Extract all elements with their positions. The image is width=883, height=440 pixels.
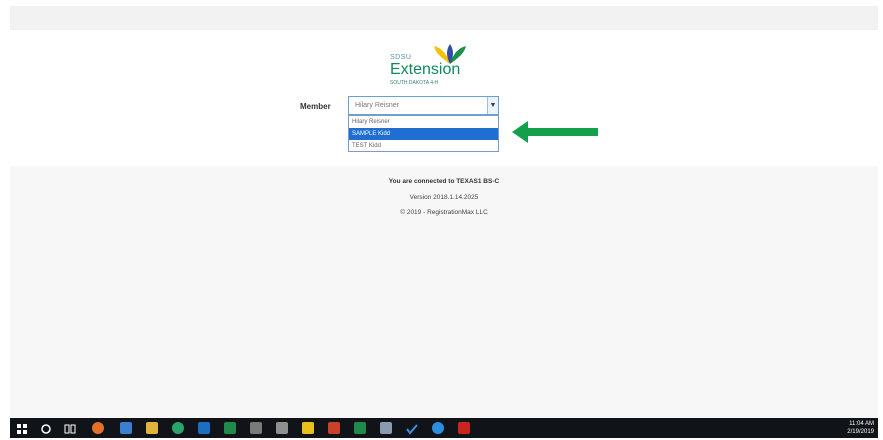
member-dropdown-list: Hilary Reisner SAMPLE Kidd TEST Kidd [348,115,499,152]
screen: SDSU Extension SOUTH DAKOTA 4-H Member H… [0,0,883,438]
task-view-icon[interactable] [64,422,76,434]
paint-icon[interactable] [276,422,288,434]
checkmark-icon[interactable] [406,422,418,435]
windows-taskbar: 11:04 AM 2/19/2019 [10,418,878,438]
clock-time: 11:04 AM [849,421,874,427]
top-bar [10,6,878,30]
acrobat-icon[interactable] [458,422,470,434]
system-clock[interactable]: 11:04 AM 2/19/2019 [847,420,874,436]
windows-start-icon[interactable] [16,422,28,434]
logo-sdsu-text: SDSU [390,54,412,61]
connected-text: You are connected to TEXAS1 BS-C [388,178,500,185]
member-select-value: Hilary Reisner [355,102,399,109]
search-icon[interactable] [40,422,52,434]
sticky-notes-icon[interactable] [302,422,314,434]
dropdown-option-selected[interactable]: SAMPLE Kidd [349,128,498,140]
copyright-text: © 2019 - RegistrationMax LLC [400,209,488,216]
outlook-icon[interactable] [198,422,210,434]
excel-icon[interactable] [354,422,366,434]
excel-icon[interactable] [224,422,236,434]
calculator-icon[interactable] [250,422,262,434]
clock-date: 2/19/2019 [847,429,874,435]
version-text: Version 2018.1.14.2025 [409,194,479,201]
file-explorer-icon[interactable] [146,422,158,434]
chrome-icon[interactable] [172,422,184,434]
dropdown-option[interactable]: Hilary Reisner [349,116,498,128]
powerpoint-icon[interactable] [328,422,340,434]
content-background [10,166,878,418]
skype-icon[interactable] [432,422,444,434]
firefox-icon[interactable] [92,422,104,434]
chevron-down-icon[interactable]: ▼ [487,97,498,114]
extension-logo: SDSU Extension SOUTH DAKOTA 4-H [388,44,468,92]
member-select[interactable]: Hilary Reisner ▼ [348,96,499,115]
people-icon[interactable] [120,422,132,434]
green-arrow-icon [512,121,598,143]
dropdown-option[interactable]: TEST Kidd [349,140,498,152]
member-label: Member [300,102,331,111]
snipping-icon[interactable] [380,422,392,434]
logo-subtitle: SOUTH DAKOTA 4-H [390,80,439,86]
logo-extension-text: Extension [390,61,461,78]
